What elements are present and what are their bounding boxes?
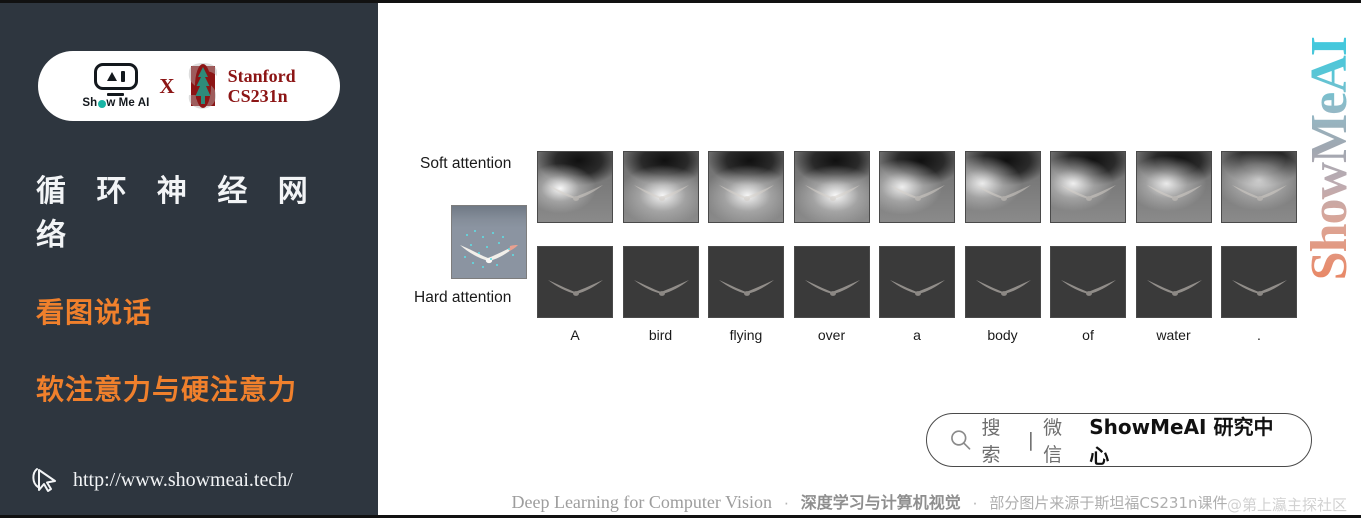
- logo-pill: Sh w Me AI X Stanford CS231n: [38, 51, 340, 121]
- soft-attention-cell: [622, 151, 699, 223]
- attention-column: bird: [622, 151, 699, 343]
- showmeai-wordmark: Sh w Me AI: [82, 97, 150, 109]
- caption-word: .: [1257, 327, 1261, 343]
- soft-attention-cell: [964, 151, 1041, 223]
- soft-attention-cell: [793, 151, 870, 223]
- logo-stand: [107, 92, 125, 96]
- cross-symbol: X: [159, 73, 175, 98]
- stanford-text: Stanford CS231n: [228, 66, 296, 106]
- caret-up-icon: [107, 72, 118, 81]
- site-link-row[interactable]: http://www.showmeai.tech/: [30, 465, 293, 495]
- main-figure-panel: Soft attention Hard attention Abird flyin…: [378, 3, 1361, 515]
- search-placeholder: 搜索: [981, 417, 1001, 466]
- bird-silhouette-icon: [460, 245, 518, 264]
- search-icon: [951, 430, 971, 450]
- caption-word: body: [987, 327, 1018, 343]
- caption-word: flying: [729, 327, 763, 343]
- hard-attention-cell: [708, 246, 784, 318]
- globe-icon: [97, 100, 106, 108]
- soft-attention-cell: [1050, 151, 1126, 223]
- caption-word: of: [1082, 327, 1094, 343]
- attention-column: water: [1135, 151, 1212, 343]
- hard-attention-cell: [1050, 246, 1126, 318]
- showmeai-logo-icon: Sh w Me AI: [82, 63, 149, 109]
- photo-speckle: [496, 264, 498, 266]
- attention-column: A: [537, 151, 613, 343]
- bar-icon: [121, 71, 125, 82]
- row-label-soft-attention: Soft attention: [420, 155, 512, 172]
- search-divider: |: [1027, 429, 1035, 451]
- photo-speckle: [466, 234, 468, 236]
- sidebar: Sh w Me AI X Stanford CS231n 循 环 神 经 网 络…: [0, 3, 378, 515]
- photo-speckle: [486, 246, 488, 248]
- caption-word: water: [1156, 327, 1191, 343]
- attention-column: of: [1050, 151, 1126, 343]
- footer-credits: Deep Learning for Computer Vision · 深度学习…: [378, 489, 1361, 513]
- hard-attention-cell: [879, 246, 955, 318]
- hard-attention-cell: [793, 246, 870, 318]
- soft-attention-cell: [1221, 151, 1297, 223]
- hard-attention-cell: [1221, 246, 1297, 318]
- photo-speckle: [482, 236, 484, 238]
- photo-speckle: [512, 254, 514, 256]
- stanford-line2: CS231n: [227, 86, 288, 106]
- watermark-text: ShowMeAI: [1300, 37, 1358, 281]
- showmeai-screen-icon: [93, 63, 138, 90]
- site-url-text: http://www.showmeai.tech/: [73, 468, 293, 491]
- stanford-line1: Stanford: [227, 65, 296, 86]
- photo-speckle: [498, 242, 500, 244]
- footer-chinese-bold: 深度学习与计算机视觉: [800, 493, 961, 512]
- photo-speckle: [472, 262, 474, 264]
- photo-speckle: [490, 258, 492, 260]
- photo-speckle: [502, 236, 504, 238]
- stanford-logo: Stanford CS231n: [185, 60, 296, 112]
- stanford-tree-icon: [185, 60, 221, 112]
- subtitle-topic: 看图说话: [36, 296, 153, 329]
- sky-band: [452, 206, 526, 228]
- source-photo: [451, 205, 527, 279]
- showmeai-vertical-watermark: ShowMeAI: [1299, 25, 1359, 293]
- soft-attention-cell: [537, 151, 613, 223]
- search-channel: 微信: [1043, 417, 1063, 466]
- attention-column: flying: [708, 151, 784, 343]
- hard-attention-cell: [622, 246, 699, 318]
- soft-attention-cell: [879, 151, 955, 223]
- caption-word: over: [817, 327, 846, 343]
- footer-sep-1: ·: [783, 494, 790, 512]
- footer-chinese-note: 部分图片来源于斯坦福CS231n课件: [989, 494, 1228, 512]
- photo-speckle: [482, 266, 484, 268]
- attention-column: over: [793, 151, 870, 343]
- photo-speckle: [474, 230, 476, 232]
- attention-column: body: [964, 151, 1041, 343]
- subtitle-detail: 软注意力与硬注意力: [36, 373, 298, 406]
- wechat-search-bar[interactable]: 搜索 | 微信 ShowMeAI 研究中心: [926, 413, 1312, 468]
- photo-speckle: [508, 248, 510, 250]
- attention-column: .: [1221, 151, 1297, 343]
- photo-speckle: [478, 252, 480, 254]
- photo-speckle: [492, 232, 494, 234]
- search-brand: ShowMeAI 研究中心: [1089, 415, 1274, 468]
- soft-attention-cell: [708, 151, 784, 223]
- slide-root: Sh w Me AI X Stanford CS231n 循 环 神 经 网 络…: [0, 0, 1361, 518]
- bottom-watermark: @第上瀛主探社区: [1226, 496, 1347, 514]
- hard-attention-cell: [1135, 246, 1212, 318]
- caption-word: bird: [648, 327, 673, 343]
- hard-attention-cell: [964, 246, 1041, 318]
- attention-column: a: [879, 151, 955, 343]
- footer-english: Deep Learning for Computer Vision: [511, 492, 772, 512]
- caption-word: a: [913, 327, 921, 343]
- row-label-hard-attention: Hard attention: [414, 289, 512, 306]
- hard-attention-cell: [537, 246, 613, 318]
- photo-speckle: [470, 244, 472, 246]
- photo-speckle: [464, 256, 466, 258]
- page-title: 循 环 神 经 网 络: [36, 174, 318, 253]
- caption-word: A: [570, 327, 580, 343]
- cursor-arrow-icon: [32, 468, 56, 492]
- soft-attention-cell: [1135, 151, 1212, 223]
- footer-sep-2: ·: [972, 494, 978, 512]
